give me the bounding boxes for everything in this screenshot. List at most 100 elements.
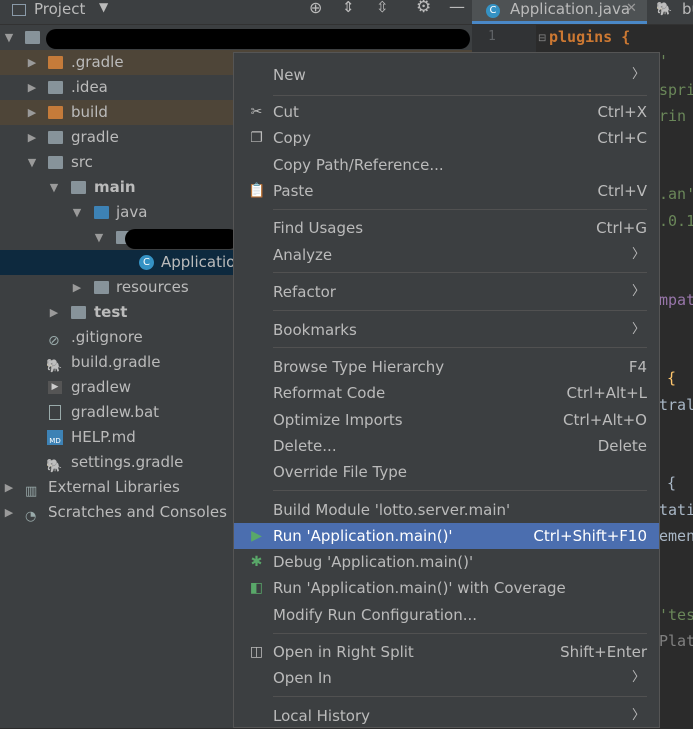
code-fragment: spri	[659, 81, 693, 99]
chevron-down-icon[interactable]: ▼	[71, 200, 83, 225]
menu-item-browse-hierarchy[interactable]: Browse Type Hierarchy F4	[234, 354, 659, 380]
menu-item-open-in[interactable]: Open In 〉	[234, 665, 659, 691]
menu-item-run[interactable]: ▶ Run 'Application.main()' Ctrl+Shift+F1…	[234, 523, 659, 549]
chevron-down-icon[interactable]: ▼	[3, 25, 15, 50]
folder-icon	[48, 156, 63, 169]
code-fragment: emen	[659, 527, 693, 545]
tab-application-java[interactable]: C Application.java ✕	[472, 0, 647, 24]
chevron-right-icon[interactable]: ▶	[48, 300, 60, 325]
code-line-1: plugins {	[549, 28, 631, 46]
chevron-right-icon[interactable]: ▶	[71, 275, 83, 300]
copy-icon: ❐	[250, 130, 263, 146]
menu-item-find-usages[interactable]: Find Usages Ctrl+G	[234, 215, 659, 241]
tab-label: Application.java	[510, 0, 631, 18]
class-icon: C	[486, 4, 500, 18]
chevron-right-icon: 〉	[631, 284, 645, 299]
chevron-right-icon[interactable]: ▶	[26, 100, 38, 125]
menu-separator	[273, 347, 647, 348]
code-fragment: Plat	[659, 632, 693, 650]
menu-item-cut[interactable]: ✂ Cut Ctrl+X	[234, 99, 659, 125]
folder-icon	[71, 181, 86, 194]
code-fragment: .0.1	[659, 212, 693, 230]
folder-icon	[48, 56, 63, 69]
chevron-right-icon: 〉	[631, 708, 645, 723]
scissors-icon: ✂	[250, 104, 263, 120]
tab-build-gradle[interactable]: 🐘 bu	[648, 0, 693, 24]
menu-item-local-history[interactable]: Local History 〉	[234, 703, 659, 729]
menu-item-open-right-split[interactable]: ◫ Open in Right Split Shift+Enter	[234, 639, 659, 665]
tab-label: bu	[682, 0, 693, 18]
fold-icon[interactable]: ⊟	[538, 33, 546, 44]
chevron-right-icon[interactable]: ▶	[26, 75, 38, 100]
menu-item-modify-run-config[interactable]: Modify Run Configuration...	[234, 602, 659, 628]
menu-item-refactor[interactable]: Refactor 〉	[234, 279, 659, 305]
menu-item-new[interactable]: New 〉	[234, 62, 659, 88]
code-fragment: tati	[659, 501, 693, 519]
menu-separator	[273, 490, 647, 491]
chevron-right-icon[interactable]: ▶	[3, 475, 15, 500]
folder-icon	[48, 131, 63, 144]
resources-folder-icon	[94, 281, 109, 294]
class-icon: C	[139, 255, 154, 270]
menu-item-debug[interactable]: ✱ Debug 'Application.main()'	[234, 549, 659, 575]
menu-item-run-coverage[interactable]: ◧ Run 'Application.main()' with Coverage	[234, 575, 659, 601]
menu-item-analyze[interactable]: Analyze 〉	[234, 242, 659, 268]
folder-icon	[48, 81, 63, 94]
menu-item-copy[interactable]: ❐ Copy Ctrl+C	[234, 125, 659, 151]
chevron-right-icon[interactable]: ▶	[26, 125, 38, 150]
code-fragment: '	[659, 52, 669, 70]
code-fragment: {	[667, 474, 677, 492]
gradle-icon: 🐘	[656, 2, 673, 17]
bug-icon: ✱	[250, 554, 263, 570]
chevron-down-icon[interactable]: ▼	[26, 150, 38, 175]
coverage-icon: ◧	[249, 580, 264, 596]
chevron-right-icon: 〉	[631, 670, 645, 685]
code-fragment: mpat	[659, 291, 693, 309]
chevron-right-icon: 〉	[631, 247, 645, 262]
menu-item-build-module[interactable]: Build Module 'lotto.server.main'	[234, 497, 659, 523]
chevron-right-icon[interactable]: ▶	[3, 500, 15, 525]
code-fragment: rin	[659, 107, 687, 125]
chevron-down-icon[interactable]: ▼	[93, 225, 105, 250]
chevron-down-icon[interactable]: ▼	[48, 175, 60, 200]
menu-item-delete[interactable]: Delete... Delete	[234, 433, 659, 459]
chevron-right-icon[interactable]: ▶	[26, 50, 38, 75]
gear-icon[interactable]: ⚙	[416, 0, 431, 17]
text-file-icon	[49, 405, 61, 420]
paste-icon: 📋	[248, 183, 266, 199]
terminal-icon: ▶	[48, 381, 62, 394]
run-icon: ▶	[251, 528, 262, 544]
chevron-down-icon[interactable]: ▼	[99, 0, 108, 14]
menu-separator	[273, 95, 647, 96]
locate-icon[interactable]: ⊕	[309, 0, 322, 17]
menu-item-bookmarks[interactable]: Bookmarks 〉	[234, 317, 659, 343]
close-icon[interactable]: ✕	[626, 0, 637, 18]
folder-icon	[71, 306, 86, 319]
minimize-icon[interactable]: —	[449, 0, 465, 16]
chevron-right-icon: 〉	[631, 322, 645, 337]
menu-separator	[273, 209, 647, 210]
split-icon: ◫	[249, 644, 264, 660]
menu-item-reformat-code[interactable]: Reformat Code Ctrl+Alt+L	[234, 380, 659, 406]
scratches-icon: ◔	[25, 509, 37, 524]
project-toolbar: Project ▼ ⊕ ⇕ ⇳ ⚙ —	[0, 0, 472, 25]
menu-separator	[273, 633, 647, 634]
code-fragment: {	[667, 369, 677, 387]
menu-item-paste[interactable]: 📋 Paste Ctrl+V	[234, 178, 659, 204]
markdown-icon: MD	[47, 430, 63, 445]
menu-separator	[273, 310, 647, 311]
menu-item-override-file-type[interactable]: Override File Type	[234, 459, 659, 485]
chevron-right-icon: 〉	[631, 67, 645, 82]
code-fragment: .an'	[659, 185, 693, 203]
project-title[interactable]: Project	[34, 0, 85, 18]
folder-icon	[48, 106, 63, 119]
menu-item-copy-path[interactable]: Copy Path/Reference...	[234, 152, 659, 178]
source-folder-icon	[94, 206, 109, 219]
line-number: 1	[488, 29, 496, 44]
code-fragment: 'tes	[659, 606, 693, 624]
menu-item-optimize-imports[interactable]: Optimize Imports Ctrl+Alt+O	[234, 407, 659, 433]
collapse-all-icon[interactable]: ⇳	[376, 0, 389, 16]
expand-all-icon[interactable]: ⇕	[342, 0, 355, 16]
editor-tab-bar: C Application.java ✕ 🐘 bu	[472, 0, 693, 25]
redaction	[46, 29, 470, 49]
